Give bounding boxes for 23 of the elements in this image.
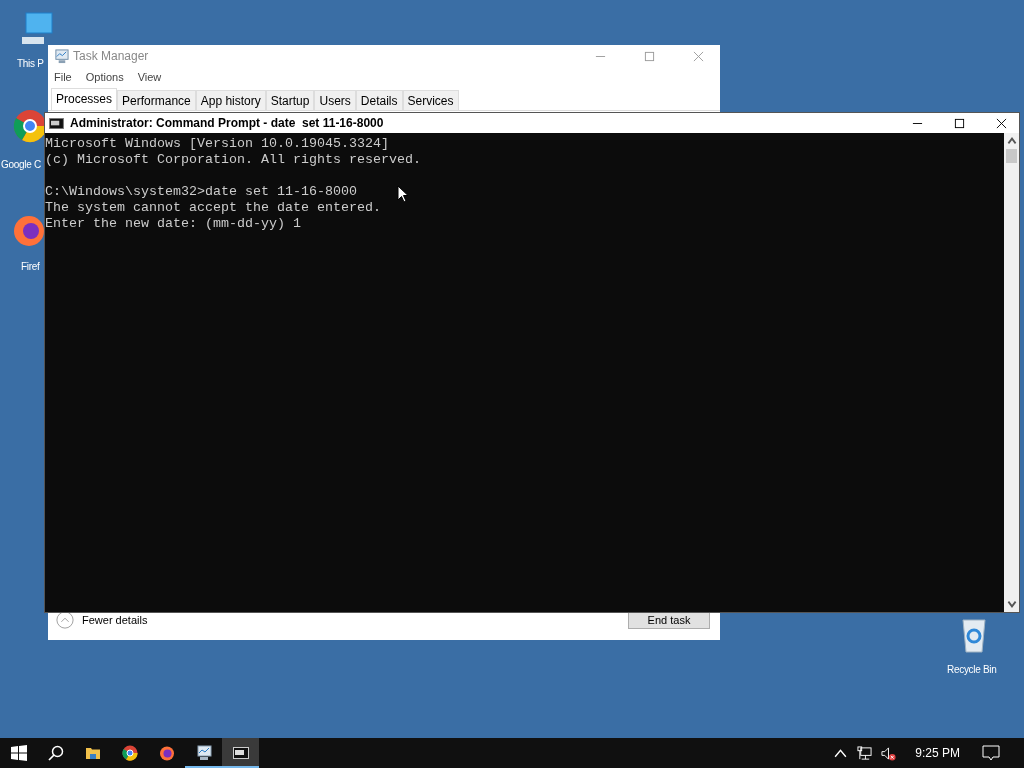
tab[interactable]: Details	[355, 90, 403, 110]
console-line: C:\Windows\system32>date set 11-16-8000	[45, 184, 357, 200]
icon-label[interactable]: Recycle Bin	[947, 664, 997, 676]
menu-item[interactable]: View	[137, 70, 162, 83]
tab[interactable]: Performance	[117, 90, 196, 110]
menu-item[interactable]: File	[54, 70, 72, 83]
tab[interactable]: Users	[314, 90, 356, 110]
tab[interactable]: Startup	[265, 90, 315, 110]
console-line: Enter the new date: (mm-dd-yy) 1	[45, 216, 301, 232]
window-title: Task Manager	[73, 49, 149, 63]
console-line: The system cannot accept the date entered.	[45, 200, 381, 216]
icon-label[interactable]: This P	[17, 58, 44, 70]
clock[interactable]: 9:25 PM	[915, 746, 960, 760]
window-title: Administrator: Command Prompt - date set 11-16-8000	[70, 116, 384, 130]
tab[interactable]: Services	[402, 90, 459, 110]
tab[interactable]: App history	[195, 90, 266, 110]
icon-label[interactable]: Google C	[1, 159, 41, 171]
tab[interactable]: Processes	[51, 88, 118, 110]
console-line: Microsoft Windows [Version 10.0.19045.3324]	[45, 136, 389, 152]
console-line: (c) Microsoft Corporation. All rights reserved.	[45, 152, 421, 168]
fewer-details-link[interactable]: Fewer details	[82, 614, 148, 626]
icon-label[interactable]: Firef	[21, 261, 40, 273]
menu-item[interactable]: Options	[85, 70, 124, 83]
